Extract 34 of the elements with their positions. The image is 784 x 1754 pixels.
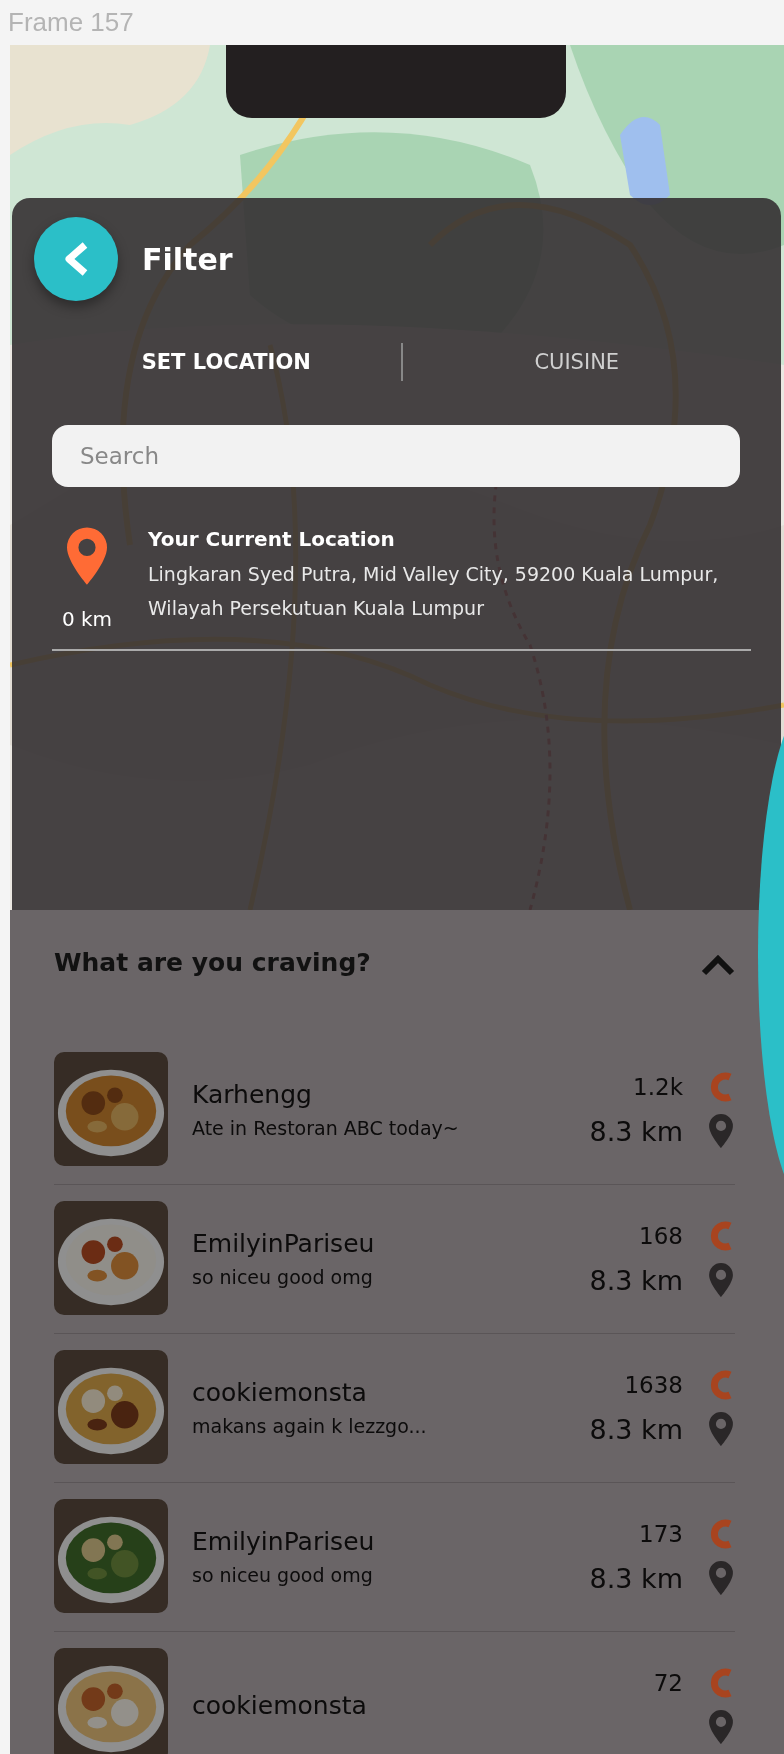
location-pin-icon	[707, 1412, 735, 1446]
chevron-up-icon[interactable]	[701, 954, 735, 976]
location-pin-icon	[707, 1561, 735, 1595]
post-distance: 8.3 km	[589, 1413, 683, 1445]
post-count: 1638	[624, 1372, 683, 1398]
frame-label: Frame 157	[7, 6, 135, 39]
location-pin-icon	[707, 1114, 735, 1148]
post-caption: Ate in Restoran ABC today~	[192, 1116, 460, 1139]
location-pin-icon	[707, 1710, 735, 1744]
post-count: 173	[639, 1521, 683, 1547]
panel-title: Filter	[142, 241, 233, 277]
post-distance: 8.3 km	[589, 1562, 683, 1594]
post-count: 72	[653, 1670, 683, 1696]
location-pin-icon	[707, 1263, 735, 1297]
post-count: 168	[639, 1223, 683, 1249]
post-distance: 8.3 km	[589, 1264, 683, 1296]
post-author: Karhengg	[192, 1079, 313, 1109]
post-author: cookiemonsta	[192, 1377, 368, 1407]
post-distance: 8.3 km	[589, 1115, 683, 1147]
tab[interactable]: SET LOCATION	[133, 346, 319, 378]
location-address: Lingkaran Syed Putra, Mid Valley City, 59200 Kuala Lumpur, Wilayah Persekutuan Kuala Lumpur	[148, 562, 720, 621]
post-author: cookiemonsta	[192, 1690, 368, 1720]
post-author: EmilyinPariseu	[192, 1228, 376, 1258]
post-caption: so niceu good omg	[192, 1563, 374, 1586]
location-distance: 0 km	[61, 607, 113, 631]
post-caption: makans again k lezzgo...	[192, 1414, 428, 1437]
location-title: Your Current Location	[148, 527, 396, 551]
post-count: 1.2k	[633, 1074, 683, 1100]
post-caption: so niceu good omg	[192, 1265, 374, 1288]
tab[interactable]: CUISINE	[526, 346, 628, 378]
feed-title: What are you craving?	[54, 948, 371, 977]
location-pin-icon	[67, 527, 107, 585]
post-author: EmilyinPariseu	[192, 1526, 376, 1556]
search-field[interactable]: Search	[52, 425, 740, 487]
